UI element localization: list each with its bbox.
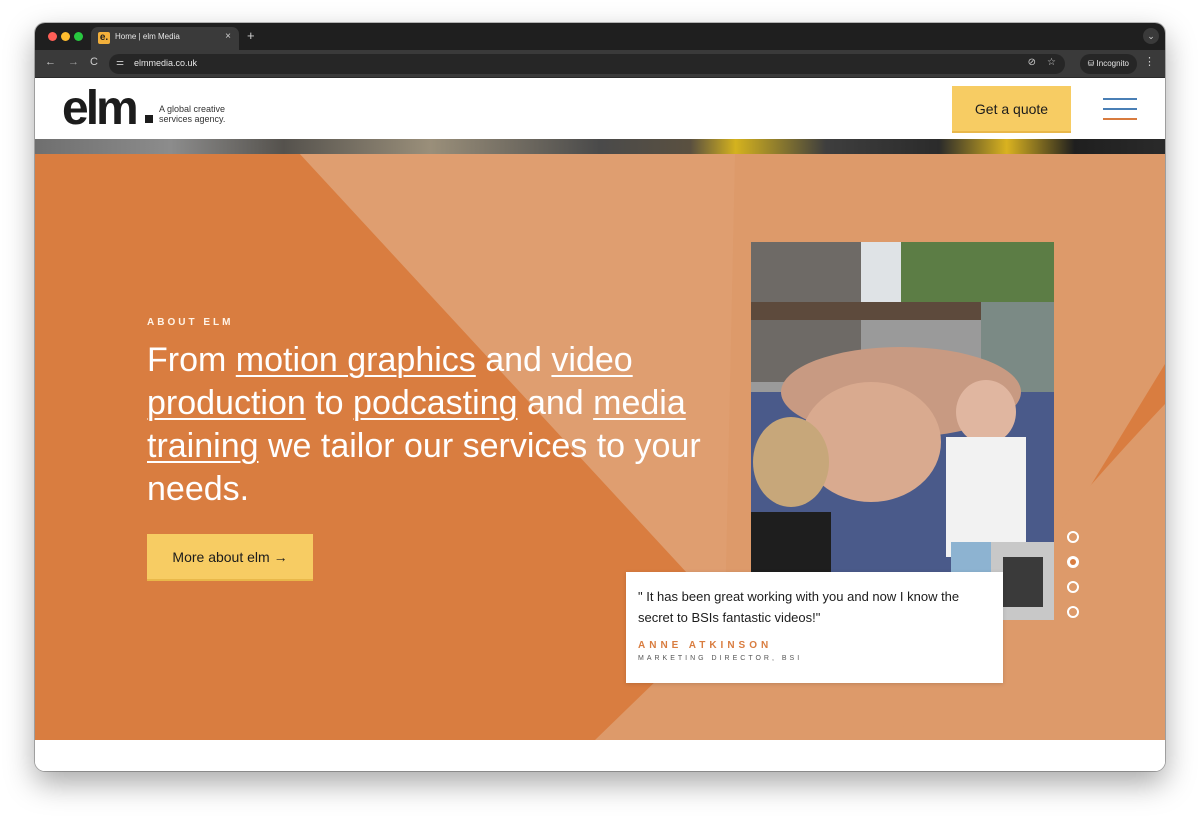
incognito-badge[interactable]: ⛁ Incognito [1079,54,1137,74]
slide-dot-4[interactable] [1067,606,1079,618]
testimonial-role: MARKETING DIRECTOR, BSI [638,655,803,662]
browser-window: e. Home | elm Media × + ⌄ ← → C ⚌ elmmed… [35,23,1165,771]
slide-dot-2[interactable] [1067,556,1079,568]
testimonial-video[interactable] [751,242,1054,620]
bookmark-star-icon[interactable]: ☆ [1047,57,1056,68]
tab-title: Home | elm Media [115,32,180,41]
address-bar[interactable]: ⚌ elmmedia.co.uk ⊘ ☆ [109,54,1065,74]
favicon-icon: e. [98,32,110,44]
more-about-elm-button[interactable]: More about elm → [147,534,313,581]
hero-photo-strip [35,139,1165,154]
tab-strip: e. Home | elm Media × + ⌄ [35,23,1165,50]
testimonial-quote: " It has been great working with you and… [638,589,960,625]
hamburger-icon[interactable] [1103,98,1137,120]
tab-home[interactable]: e. Home | elm Media × [91,27,239,50]
forward-button[interactable]: → [68,56,79,68]
tab-search-button[interactable]: ⌄ [1143,28,1159,44]
headline-text: From [147,341,236,379]
next-section [35,740,1165,771]
testimonial-name: ANNE ATKINSON [638,640,773,651]
back-button[interactable]: ← [45,56,56,68]
eye-slash-icon[interactable]: ⊘ [1028,57,1036,68]
minimize-window-button[interactable] [61,32,70,41]
browser-toolbar: ← → C ⚌ elmmedia.co.uk ⊘ ☆ ⛁ Incognito ⋮ [35,50,1165,78]
close-window-button[interactable] [48,32,57,41]
headline-text: and [517,384,594,422]
hero-headline: From motion graphics and video productio… [147,339,707,511]
headline-text: to [305,384,354,422]
get-a-quote-button[interactable]: Get a quote [952,86,1071,133]
headline-text: and [475,341,552,379]
page-viewport: elm A global creative services agency. G… [35,79,1165,771]
browser-menu-icon[interactable]: ⋮ [1144,55,1155,68]
motion-graphics-link[interactable]: motion graphics [236,341,476,379]
logo-dot [145,115,153,123]
video-frame-illustration [751,242,1054,620]
elm-logo[interactable]: elm [62,81,139,137]
reload-button[interactable]: C [90,56,98,68]
testimonial-card: " It has been great working with you and… [626,572,1003,683]
new-tab-button[interactable]: + [247,28,255,43]
slide-dot-3[interactable] [1067,581,1079,593]
incognito-label: Incognito [1096,59,1129,68]
about-hero: ABOUT ELM From motion graphics and video… [35,154,1165,740]
podcasting-link[interactable]: podcasting [353,384,517,422]
site-info-icon[interactable]: ⚌ [116,57,124,68]
section-kicker: ABOUT ELM [147,317,234,328]
incognito-icon: ⛁ [1087,59,1095,68]
maximize-window-button[interactable] [74,32,83,41]
url-text[interactable]: elmmedia.co.uk [134,58,197,68]
tagline: A global creative services agency. [159,104,226,124]
slide-dot-1[interactable] [1067,531,1079,543]
logo-text: elm [62,82,139,135]
tab-close-icon[interactable]: × [225,31,231,42]
site-header: elm A global creative services agency. G… [35,79,1165,139]
